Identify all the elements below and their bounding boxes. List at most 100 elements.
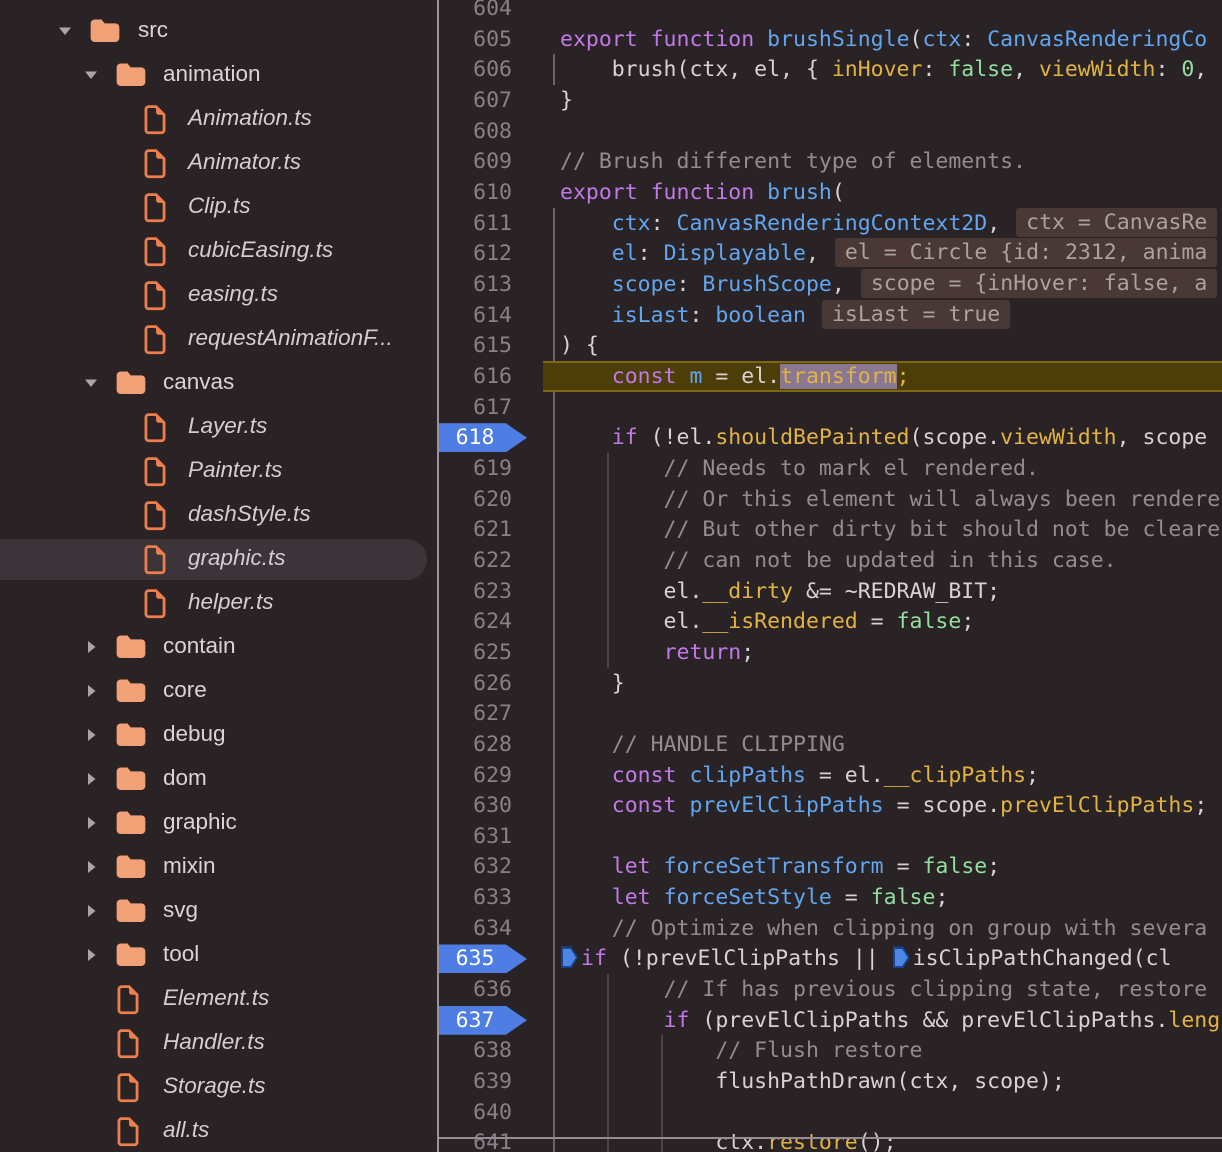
code-line[interactable]: 637 if (prevElClipPaths && prevElClipPat… — [439, 1005, 1222, 1036]
code-line[interactable]: 613 scope: BrushScope,scope = {inHover: … — [439, 269, 1222, 300]
line-number[interactable]: 617 — [439, 392, 512, 423]
tree-file-helper-ts[interactable]: helper.ts — [0, 581, 437, 625]
chevron-right-icon[interactable] — [82, 682, 100, 700]
tree-file-handler-ts[interactable]: Handler.ts — [0, 1021, 437, 1065]
tree-folder-canvas[interactable]: canvas — [0, 361, 437, 405]
chevron-right-icon[interactable] — [82, 638, 100, 656]
line-number[interactable]: 636 — [439, 974, 512, 1005]
code-line[interactable]: 629 const clipPaths = el.__clipPaths; — [439, 760, 1222, 791]
code-line[interactable]: 607} — [439, 85, 1222, 116]
line-number[interactable]: 613 — [439, 269, 512, 300]
code-line[interactable]: 636 // If has previous clipping state, r… — [439, 974, 1222, 1005]
code-line[interactable]: 638 // Flush restore — [439, 1035, 1222, 1066]
code-line[interactable]: 619 // Needs to mark el rendered. — [439, 453, 1222, 484]
tree-folder-graphic[interactable]: graphic — [0, 801, 437, 845]
line-number[interactable]: 610 — [439, 177, 512, 208]
chevron-right-icon[interactable] — [82, 814, 100, 832]
code-line[interactable]: 604 — [439, 0, 1222, 24]
line-number[interactable]: 633 — [439, 882, 512, 913]
code-line[interactable]: 634 // Optimize when clipping on group w… — [439, 913, 1222, 944]
inline-breakpoint-icon[interactable] — [893, 946, 910, 968]
line-number[interactable]: 626 — [439, 668, 512, 699]
tree-file-dashstyle-ts[interactable]: dashStyle.ts — [0, 493, 437, 537]
code-line[interactable]: 622 // can not be updated in this case. — [439, 545, 1222, 576]
line-number[interactable]: 609 — [439, 146, 512, 177]
chevron-right-icon[interactable] — [82, 946, 100, 964]
code-line[interactable]: 627 — [439, 698, 1222, 729]
code-line[interactable]: 608 — [439, 116, 1222, 147]
code-line[interactable]: 633 let forceSetStyle = false; — [439, 882, 1222, 913]
tree-file-animation-ts[interactable]: Animation.ts — [0, 97, 437, 141]
line-number[interactable]: 616 — [439, 361, 512, 392]
tree-file-all-ts[interactable]: all.ts — [0, 1109, 437, 1152]
code-line[interactable]: 631 — [439, 821, 1222, 852]
line-number[interactable]: 640 — [439, 1097, 512, 1128]
chevron-down-icon[interactable] — [82, 374, 100, 392]
code-line[interactable]: 639 flushPathDrawn(ctx, scope); — [439, 1066, 1222, 1097]
code-line[interactable]: 624 el.__isRendered = false; — [439, 606, 1222, 637]
line-number[interactable]: 641 — [439, 1127, 512, 1152]
line-number[interactable]: 605 — [439, 24, 512, 55]
breakpoint-flag[interactable]: 635 — [439, 944, 527, 973]
code-line[interactable]: 635if (!prevElClipPaths || isClipPathCha… — [439, 943, 1222, 974]
code-line[interactable]: 640 — [439, 1097, 1222, 1128]
line-number[interactable]: 606 — [439, 54, 512, 85]
code-line[interactable]: 618 if (!el.shouldBePainted(scope.viewWi… — [439, 422, 1222, 453]
tree-folder-tool[interactable]: tool — [0, 933, 437, 977]
chevron-right-icon[interactable] — [82, 726, 100, 744]
tree-folder-svg[interactable]: svg — [0, 889, 437, 933]
line-number[interactable]: 638 — [439, 1035, 512, 1066]
line-number[interactable]: 611 — [439, 208, 512, 239]
line-number[interactable]: 629 — [439, 760, 512, 791]
line-number[interactable]: 620 — [439, 484, 512, 515]
code-line[interactable]: 623 el.__dirty &= ~REDRAW_BIT; — [439, 576, 1222, 607]
code-line[interactable]: 611 ctx: CanvasRenderingContext2D,ctx = … — [439, 208, 1222, 239]
tree-folder-animation[interactable]: animation — [0, 53, 437, 97]
code-line[interactable]: 610export function brush( — [439, 177, 1222, 208]
code-line[interactable]: 615) { — [439, 330, 1222, 361]
tree-folder-core[interactable]: core — [0, 669, 437, 713]
tree-folder-src[interactable]: src — [0, 9, 437, 53]
code-line[interactable]: 609// Brush different type of elements. — [439, 146, 1222, 177]
breakpoint-flag[interactable]: 637 — [439, 1006, 527, 1035]
line-number[interactable]: 630 — [439, 790, 512, 821]
tree-file-animator-ts[interactable]: Animator.ts — [0, 141, 437, 185]
code-line[interactable]: 632 let forceSetTransform = false; — [439, 851, 1222, 882]
code-line[interactable]: 641 ctx.restore(); — [439, 1127, 1222, 1152]
code-line[interactable]: 620 // Or this element will always been … — [439, 484, 1222, 515]
line-number[interactable]: 614 — [439, 300, 512, 331]
line-number[interactable]: 632 — [439, 851, 512, 882]
code-line[interactable]: 625 return; — [439, 637, 1222, 668]
tree-folder-mixin[interactable]: mixin — [0, 845, 437, 889]
line-number[interactable]: 631 — [439, 821, 512, 852]
inline-breakpoint-icon[interactable] — [561, 946, 578, 968]
tree-folder-dom[interactable]: dom — [0, 757, 437, 801]
chevron-right-icon[interactable] — [82, 902, 100, 920]
code-line[interactable]: 614 isLast: booleanisLast = true — [439, 300, 1222, 331]
line-number[interactable]: 607 — [439, 85, 512, 116]
tree-file-element-ts[interactable]: Element.ts — [0, 977, 437, 1021]
tree-file-requestanimationf-[interactable]: requestAnimationF... — [0, 317, 437, 361]
chevron-down-icon[interactable] — [82, 66, 100, 84]
tree-file-easing-ts[interactable]: easing.ts — [0, 273, 437, 317]
code-line[interactable]: 626 } — [439, 668, 1222, 699]
tree-file-cubiceasing-ts[interactable]: cubicEasing.ts — [0, 229, 437, 273]
line-number[interactable]: 639 — [439, 1066, 512, 1097]
chevron-right-icon[interactable] — [82, 770, 100, 788]
chevron-down-icon[interactable] — [56, 22, 74, 40]
line-number[interactable]: 615 — [439, 330, 512, 361]
line-number[interactable]: 634 — [439, 913, 512, 944]
line-number[interactable]: 624 — [439, 606, 512, 637]
line-number[interactable]: 604 — [439, 0, 512, 24]
line-number[interactable]: 623 — [439, 576, 512, 607]
chevron-right-icon[interactable] — [82, 858, 100, 876]
tree-file-storage-ts[interactable]: Storage.ts — [0, 1065, 437, 1109]
breakpoint-flag[interactable]: 618 — [439, 423, 527, 452]
code-line[interactable]: 621 // But other dirty bit should not be… — [439, 514, 1222, 545]
code-line[interactable]: 630 const prevElClipPaths = scope.prevEl… — [439, 790, 1222, 821]
line-number[interactable]: 619 — [439, 453, 512, 484]
line-number[interactable]: 612 — [439, 238, 512, 269]
line-number[interactable]: 622 — [439, 545, 512, 576]
tree-file-clip-ts[interactable]: Clip.ts — [0, 185, 437, 229]
code-line[interactable]: 628 // HANDLE CLIPPING — [439, 729, 1222, 760]
